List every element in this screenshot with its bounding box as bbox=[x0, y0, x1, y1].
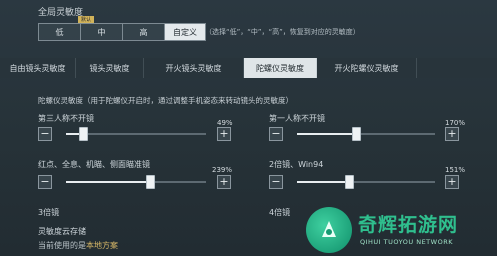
slider-thumb[interactable] bbox=[145, 175, 155, 189]
slider-value: 170% bbox=[445, 119, 466, 127]
preset-high-button[interactable]: 高 bbox=[122, 23, 164, 41]
decrease-button[interactable]: − bbox=[269, 175, 283, 189]
cloud-current-prefix: 当前使用的是 bbox=[38, 241, 86, 250]
tab-free-camera[interactable]: 自由镜头灵敏度 bbox=[0, 58, 76, 78]
preset-low-button[interactable]: 低 bbox=[38, 23, 80, 41]
decrease-button[interactable]: − bbox=[38, 127, 52, 141]
cloud-current-scheme: 当前使用的是本地方案 bbox=[38, 240, 118, 251]
slider-fill bbox=[297, 133, 356, 135]
tab-fire-gyroscope[interactable]: 开火陀螺仪灵敏度 bbox=[317, 58, 417, 78]
slider-value: 151% bbox=[445, 166, 466, 174]
slider-thumb[interactable] bbox=[79, 127, 89, 141]
slider-label: 2倍镜、Win94 bbox=[269, 160, 324, 169]
watermark-subtitle: QIHUI TUOYOU NETWORK bbox=[360, 238, 453, 246]
increase-button[interactable]: + bbox=[445, 127, 459, 141]
slider-thumb[interactable] bbox=[351, 127, 361, 141]
tab-gyroscope[interactable]: 陀螺仪灵敏度 bbox=[244, 58, 317, 78]
tab-fire-camera[interactable]: 开火镜头灵敏度 bbox=[144, 58, 244, 78]
slider-value: 49% bbox=[217, 119, 233, 127]
slider-label: 第三人称不开镜 bbox=[38, 114, 94, 123]
tab-camera[interactable]: 镜头灵敏度 bbox=[76, 58, 144, 78]
increase-button[interactable]: + bbox=[445, 175, 459, 189]
gyro-description: 陀螺仪灵敏度（用于陀螺仪开启时，通过调整手机姿态来转动镜头的灵敏度） bbox=[38, 96, 293, 105]
decrease-button[interactable]: − bbox=[269, 127, 283, 141]
slider-fill bbox=[66, 181, 150, 183]
watermark-title: 奇辉拓游网 bbox=[358, 214, 459, 236]
increase-button[interactable]: + bbox=[217, 175, 231, 189]
decrease-button[interactable]: − bbox=[38, 175, 52, 189]
slider-thumb[interactable] bbox=[345, 175, 355, 189]
preset-segmented-control: 低 中 高 自定义 bbox=[38, 23, 206, 41]
cloud-storage-title: 灵敏度云存储 bbox=[38, 227, 86, 236]
watermark-logo-icon bbox=[306, 207, 352, 253]
sensitivity-tabs: 自由镜头灵敏度 镜头灵敏度 开火镜头灵敏度 陀螺仪灵敏度 开火陀螺仪灵敏度 bbox=[0, 58, 497, 78]
slider-label: 红点、全息、机瞄、侧面瞄准镜 bbox=[38, 160, 150, 169]
slider-label: 第一人称不开镜 bbox=[269, 114, 325, 123]
slider-label: 4倍镜 bbox=[269, 208, 291, 217]
section-title: 全局灵敏度 bbox=[38, 8, 84, 18]
slider-value: 239% bbox=[212, 166, 233, 174]
cloud-current-value[interactable]: 本地方案 bbox=[86, 241, 118, 250]
preset-custom-button[interactable]: 自定义 bbox=[164, 23, 206, 41]
preset-hint: （选择“低”，“中”，“高”，恢复到对应的灵敏度） bbox=[205, 28, 360, 36]
preset-medium-button[interactable]: 中 bbox=[80, 23, 122, 41]
slider-fill bbox=[297, 181, 350, 183]
slider-label: 3倍镜 bbox=[38, 208, 60, 217]
increase-button[interactable]: + bbox=[217, 127, 231, 141]
